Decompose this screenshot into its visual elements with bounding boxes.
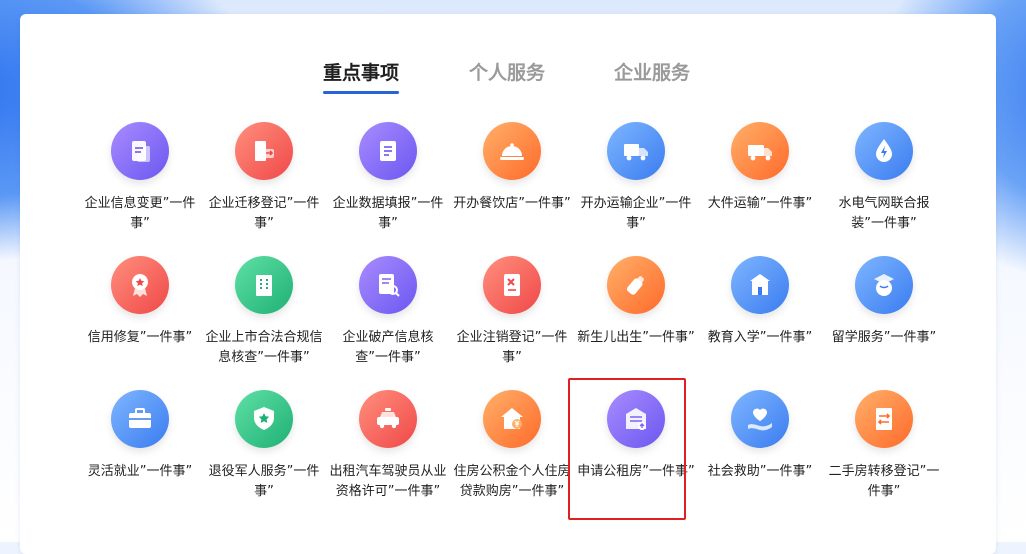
service-item[interactable]: 新生儿出生”一件事”	[574, 256, 698, 348]
document-search-icon	[359, 256, 417, 314]
service-item-label: 企业破产信息核查”一件事”	[342, 330, 434, 365]
service-item[interactable]: 出租汽车驾驶员从业资格许可”一件事”	[326, 390, 450, 502]
form-edit-icon	[359, 122, 417, 180]
service-item[interactable]: 信用修复”一件事”	[78, 256, 202, 348]
heart-hand-icon	[731, 390, 789, 448]
school-icon	[731, 256, 789, 314]
service-item-label: 开办餐饮店”一件事”	[453, 196, 571, 211]
service-item[interactable]: 企业破产信息核查”一件事”	[326, 256, 450, 368]
service-item[interactable]: 开办运输企业”一件事”	[574, 122, 698, 234]
graduation-globe-icon	[855, 256, 913, 314]
service-item[interactable]: 开办餐饮店”一件事”	[450, 122, 574, 214]
highlight-box	[568, 378, 686, 520]
service-item[interactable]: 教育入学”一件事”	[698, 256, 822, 348]
water-electric-icon	[855, 122, 913, 180]
service-item-label: 住房公积金个人住房贷款购房”一件事”	[453, 464, 571, 499]
service-item-label: 企业注销登记”一件事”	[456, 330, 568, 365]
cancel-document-icon	[483, 256, 541, 314]
briefcase-icon	[111, 390, 169, 448]
service-item[interactable]: 企业迁移登记”一件事”	[202, 122, 326, 234]
service-item-label: 企业数据填报”一件事”	[332, 196, 444, 231]
credit-badge-icon	[111, 256, 169, 314]
service-item-label: 教育入学”一件事”	[707, 330, 813, 345]
truck-icon	[607, 122, 665, 180]
service-item-label: 出租汽车驾驶员从业资格许可”一件事”	[329, 464, 447, 499]
service-item[interactable]: 企业注销登记”一件事”	[450, 256, 574, 368]
service-item[interactable]: 退役军人服务”一件事”	[202, 390, 326, 502]
services-card: 重点事项 个人服务 企业服务 企业信息变更”一件事” 企业迁移登记”一件事” 企业数…	[20, 14, 996, 554]
service-item[interactable]: 企业信息变更”一件事”	[78, 122, 202, 234]
service-item-label: 新生儿出生”一件事”	[577, 330, 695, 345]
military-badge-icon	[235, 390, 293, 448]
service-item[interactable]: 大件运输”一件事”	[698, 122, 822, 214]
service-item-label: 大件运输”一件事”	[707, 196, 813, 211]
service-item-label: 二手房转移登记”一件事”	[828, 464, 940, 499]
house-yuan-icon	[483, 390, 541, 448]
service-item-label: 企业信息变更”一件事”	[84, 196, 196, 231]
service-item-label: 留学服务”一件事”	[831, 330, 937, 345]
building-move-icon	[235, 122, 293, 180]
building-transfer-icon	[855, 390, 913, 448]
service-grid: 企业信息变更”一件事” 企业迁移登记”一件事” 企业数据填报”一件事” 开办餐饮店”一…	[20, 14, 996, 554]
taxi-icon	[359, 390, 417, 448]
service-item-label: 开办运输企业”一件事”	[580, 196, 692, 231]
service-item-label: 灵活就业”一件事”	[87, 464, 193, 479]
service-item[interactable]: 水电气网联合报装”一件事”	[822, 122, 946, 234]
service-item-label: 企业上市合法合规信息核查”一件事”	[205, 330, 323, 365]
service-item-label: 企业迁移登记”一件事”	[208, 196, 320, 231]
service-item-label: 退役军人服务”一件事”	[208, 464, 320, 499]
document-exchange-icon	[111, 122, 169, 180]
office-building-icon	[235, 256, 293, 314]
service-item[interactable]: 留学服务”一件事”	[822, 256, 946, 348]
service-item-label: 水电气网联合报装”一件事”	[838, 196, 930, 231]
service-item[interactable]: 二手房转移登记”一件事”	[822, 390, 946, 502]
service-item[interactable]: 企业数据填报”一件事”	[326, 122, 450, 234]
service-item[interactable]: 企业上市合法合规信息核查”一件事”	[202, 256, 326, 368]
service-item[interactable]: 社会救助”一件事”	[698, 390, 822, 482]
service-item[interactable]: 住房公积金个人住房贷款购房”一件事”	[450, 390, 574, 502]
heavy-truck-icon	[731, 122, 789, 180]
service-item-label: 信用修复”一件事”	[87, 330, 193, 345]
baby-bottle-icon	[607, 256, 665, 314]
service-item[interactable]: 灵活就业”一件事”	[78, 390, 202, 482]
service-item-label: 社会救助”一件事”	[707, 464, 813, 479]
food-cloche-icon	[483, 122, 541, 180]
